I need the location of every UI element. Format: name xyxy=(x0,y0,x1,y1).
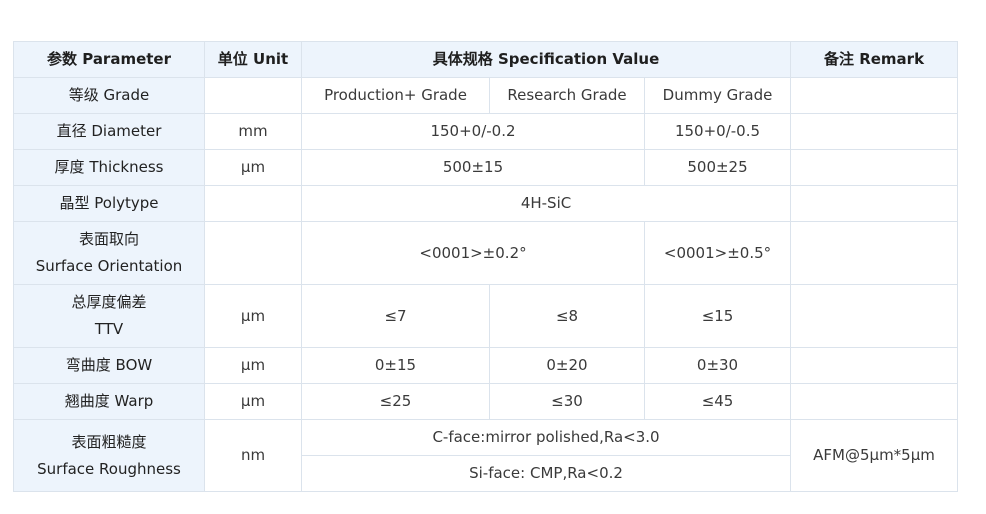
thickness-dummy: 500±25 xyxy=(643,149,792,186)
table-row-thickness: 厚度 Thickness μm 500±15 500±25 xyxy=(13,149,959,186)
grade-research: Research Grade xyxy=(489,77,645,114)
unit-bow: μm xyxy=(204,347,302,384)
warp-dummy: ≤45 xyxy=(643,383,792,420)
orientation-label-en: Surface Orientation xyxy=(35,257,183,275)
warp-research: ≤30 xyxy=(489,383,645,420)
unit-polytype xyxy=(204,185,302,222)
roughness-cface: C-face:mirror polished,Ra<3.0 xyxy=(300,419,792,456)
unit-diameter: mm xyxy=(204,113,302,150)
ttv-research: ≤8 xyxy=(489,284,645,348)
header-parameter: 参数 Parameter xyxy=(13,41,205,78)
thickness-prod-research: 500±15 xyxy=(301,149,645,186)
row-label-diameter: 直径 Diameter xyxy=(13,113,205,150)
table-row-roughness-cface: 表面粗糙度 Surface Roughness nm C-face:mirror… xyxy=(13,419,959,492)
header-unit: 单位 Unit xyxy=(204,41,302,78)
unit-roughness: nm xyxy=(204,419,302,492)
unit-orientation xyxy=(204,221,302,285)
row-label-thickness: 厚度 Thickness xyxy=(13,149,205,186)
remark-diameter xyxy=(790,113,959,150)
row-label-bow: 弯曲度 BOW xyxy=(13,347,205,384)
diameter-prod-research: 150+0/-0.2 xyxy=(301,113,645,150)
remark-polytype xyxy=(790,185,959,222)
unit-thickness: μm xyxy=(204,149,302,186)
remark-roughness: AFM@5μm*5μm xyxy=(790,419,959,492)
row-label-roughness: 表面粗糙度 Surface Roughness xyxy=(13,419,205,492)
table-row-ttv: 总厚度偏差 TTV μm ≤7 ≤8 ≤15 xyxy=(13,284,959,348)
table-row-bow: 弯曲度 BOW μm 0±15 0±20 0±30 xyxy=(13,347,959,384)
polytype-value: 4H-SiC xyxy=(300,185,792,222)
remark-bow xyxy=(790,347,959,384)
bow-research: 0±20 xyxy=(489,347,645,384)
row-label-grade: 等级 Grade xyxy=(13,77,205,114)
specification-table: 参数 Parameter 单位 Unit 具体规格 Specification … xyxy=(13,41,959,492)
roughness-label-cn: 表面粗糙度 xyxy=(71,432,147,451)
ttv-production: ≤7 xyxy=(301,284,490,348)
ttv-dummy: ≤15 xyxy=(643,284,792,348)
row-label-warp: 翘曲度 Warp xyxy=(13,383,205,420)
orientation-dummy: <0001>±0.5° xyxy=(643,221,792,285)
header-row: 参数 Parameter 单位 Unit 具体规格 Specification … xyxy=(13,41,959,78)
ttv-label-en: TTV xyxy=(94,320,124,338)
diameter-dummy: 150+0/-0.5 xyxy=(643,113,792,150)
orientation-label-cn: 表面取向 xyxy=(78,230,139,248)
remark-orientation xyxy=(790,221,959,285)
unit-grade xyxy=(204,77,302,114)
unit-ttv: μm xyxy=(204,284,302,348)
roughness-label-en: Surface Roughness xyxy=(37,459,181,478)
header-spec: 具体规格 Specification Value xyxy=(300,41,792,78)
remark-grade xyxy=(790,77,959,114)
ttv-label-cn: 总厚度偏差 xyxy=(71,293,147,311)
remark-thickness xyxy=(790,149,959,186)
unit-warp: μm xyxy=(204,383,302,420)
warp-production: ≤25 xyxy=(301,383,490,420)
row-label-ttv: 总厚度偏差 TTV xyxy=(13,284,205,348)
roughness-siface: Si-face: CMP,Ra<0.2 xyxy=(300,455,792,492)
header-remark: 备注 Remark xyxy=(790,41,959,78)
grade-production: Production+ Grade xyxy=(301,77,490,114)
table-row-orientation: 表面取向 Surface Orientation <0001>±0.2° <00… xyxy=(13,221,959,285)
bow-dummy: 0±30 xyxy=(643,347,792,384)
orientation-prod-research: <0001>±0.2° xyxy=(301,221,645,285)
table-row-grade: 等级 Grade Production+ Grade Research Grad… xyxy=(13,77,959,114)
bow-production: 0±15 xyxy=(301,347,490,384)
row-label-orientation: 表面取向 Surface Orientation xyxy=(13,221,205,285)
grade-dummy: Dummy Grade xyxy=(643,77,792,114)
remark-ttv xyxy=(790,284,959,348)
table-row-diameter: 直径 Diameter mm 150+0/-0.2 150+0/-0.5 xyxy=(13,113,959,150)
row-label-polytype: 晶型 Polytype xyxy=(13,185,205,222)
remark-warp xyxy=(790,383,959,420)
table-row-warp: 翘曲度 Warp μm ≤25 ≤30 ≤45 xyxy=(13,383,959,420)
table-row-polytype: 晶型 Polytype 4H-SiC xyxy=(13,185,959,222)
